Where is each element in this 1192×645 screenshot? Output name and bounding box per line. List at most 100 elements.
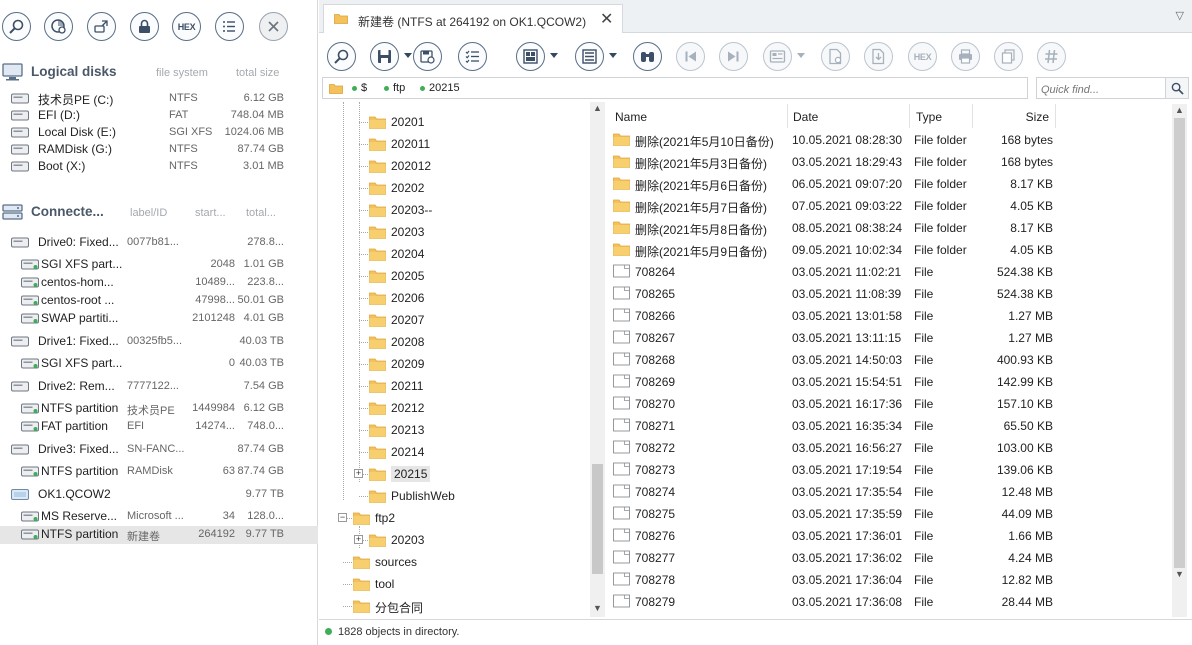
view-mode-button[interactable] xyxy=(516,42,545,71)
collapse-icon[interactable]: − xyxy=(338,513,347,522)
breadcrumb-item[interactable]: $ xyxy=(361,82,367,94)
partition-item[interactable]: centos-hom... 10489... 223.8... xyxy=(0,274,318,292)
col-label-id[interactable]: label/ID xyxy=(130,207,167,219)
drive-item[interactable]: OK1.QCOW2 9.77 TB xyxy=(0,486,318,504)
tree-node[interactable]: 20202 xyxy=(319,177,589,199)
partition-item[interactable]: FAT partition EFI 14274... 748.0... xyxy=(0,418,318,436)
col-total-size[interactable]: total size xyxy=(236,67,279,79)
tree-node[interactable]: sources xyxy=(319,551,589,573)
drive-item[interactable]: Drive1: Fixed... 00325fb5... 40.03 TB xyxy=(0,333,318,351)
partition-item[interactable]: centos-root ... 47998... 50.01 GB xyxy=(0,292,318,310)
list-check-button[interactable] xyxy=(458,42,487,71)
tab-volume[interactable]: 新建卷 (NTFS at 264192 on OK1.QCOW2) ✕ xyxy=(323,4,623,33)
expand-icon[interactable]: + xyxy=(354,469,363,478)
table-row[interactable]: 删除(2021年5月3日备份) 03.05.2021 18:29:43 File f… xyxy=(609,150,1176,172)
save-button[interactable] xyxy=(370,42,399,71)
tree-node[interactable]: 20209 xyxy=(319,353,589,375)
table-row[interactable]: 708267 03.05.2021 13:11:15 File 1.27 MB xyxy=(609,326,1176,348)
quick-find-input[interactable] xyxy=(1036,77,1166,99)
table-row[interactable]: 708271 03.05.2021 16:35:34 File 65.50 KB xyxy=(609,414,1176,436)
connect-button[interactable] xyxy=(87,12,116,41)
col-file-system[interactable]: file system xyxy=(156,67,208,79)
tree-node[interactable]: 分包合同 xyxy=(319,595,589,617)
search-button[interactable] xyxy=(2,12,31,41)
table-row[interactable]: 删除(2021年5月10日备份) 10.05.2021 08:28:30 File … xyxy=(609,128,1176,150)
logical-disk-item[interactable]: 技术员PE (C:) NTFS 6.12 GB xyxy=(0,90,318,107)
lock-button[interactable] xyxy=(130,12,159,41)
save-files-button[interactable] xyxy=(413,42,442,71)
expand-icon[interactable]: + xyxy=(354,535,363,544)
binoculars-button[interactable] xyxy=(633,42,662,71)
table-row[interactable]: 708273 03.05.2021 17:19:54 File 139.06 KB xyxy=(609,458,1176,480)
close-button[interactable] xyxy=(259,12,288,41)
scroll-down-icon[interactable]: ▼ xyxy=(593,603,602,613)
list-scrollbar[interactable]: ▲ ▼ xyxy=(1172,104,1187,617)
table-row[interactable]: 删除(2021年5月7日备份) 07.05.2021 09:03:22 File f… xyxy=(609,194,1176,216)
print-button[interactable] xyxy=(951,42,980,71)
tree-node[interactable]: +20215 xyxy=(319,463,589,485)
scroll-up-icon[interactable]: ▲ xyxy=(1175,105,1184,115)
list-button[interactable] xyxy=(215,12,244,41)
logical-disk-item[interactable]: Local Disk (E:) SGI XFS 1024.06 MB xyxy=(0,124,318,141)
table-row[interactable]: 708279 03.05.2021 17:36:08 File 28.44 MB xyxy=(609,590,1176,612)
tree-node[interactable]: 20203 xyxy=(319,221,589,243)
tree-node[interactable]: 20201 xyxy=(319,111,589,133)
partition-item[interactable]: NTFS partition 技术员PE 1449984 6.12 GB xyxy=(0,400,318,418)
tab-close-icon[interactable]: ✕ xyxy=(600,9,613,29)
drive-item[interactable]: Drive2: Rem... 7777122... 7.54 GB xyxy=(0,378,318,396)
dropdown-arrow-icon[interactable] xyxy=(550,53,558,58)
logical-disk-item[interactable]: EFI (D:) FAT 748.04 MB xyxy=(0,107,318,124)
details-button[interactable] xyxy=(575,42,604,71)
header-size[interactable]: Size xyxy=(973,104,1056,128)
tree-node[interactable]: 202012 xyxy=(319,155,589,177)
tree-node[interactable]: 20213 xyxy=(319,419,589,441)
dropdown-arrow-icon[interactable] xyxy=(797,53,805,58)
drive-item[interactable]: Drive0: Fixed... 0077b81... 278.8... xyxy=(0,234,318,252)
tree-node[interactable]: +20203 xyxy=(319,529,589,551)
breadcrumb-item[interactable]: ftp xyxy=(393,82,405,94)
logical-disk-item[interactable]: Boot (X:) NTFS 3.01 MB xyxy=(0,158,318,175)
table-row[interactable]: 708269 03.05.2021 15:54:51 File 142.99 KB xyxy=(609,370,1176,392)
dropdown-arrow-icon[interactable] xyxy=(609,53,617,58)
table-row[interactable]: 708275 03.05.2021 17:35:59 File 44.09 MB xyxy=(609,502,1176,524)
table-row[interactable]: 删除(2021年5月6日备份) 06.05.2021 09:07:20 File f… xyxy=(609,172,1176,194)
preview-button[interactable] xyxy=(763,42,792,71)
partition-item[interactable]: NTFS partition 新建卷 264192 9.77 TB xyxy=(0,526,318,544)
hex-button[interactable]: HEX xyxy=(172,12,201,41)
table-row[interactable]: 708274 03.05.2021 17:35:54 File 12.48 MB xyxy=(609,480,1176,502)
table-row[interactable]: 708272 03.05.2021 16:56:27 File 103.00 KB xyxy=(609,436,1176,458)
breadcrumb-item[interactable]: 20215 xyxy=(429,82,460,94)
dropdown-arrow-icon[interactable] xyxy=(404,53,412,58)
file-export-button[interactable] xyxy=(864,42,893,71)
tree-node[interactable]: 20211 xyxy=(319,375,589,397)
table-row[interactable]: 删除(2021年5月8日备份) 08.05.2021 08:38:24 File f… xyxy=(609,216,1176,238)
table-row[interactable]: 708278 03.05.2021 17:36:04 File 12.82 MB xyxy=(609,568,1176,590)
disk-scan-button[interactable] xyxy=(44,12,73,41)
table-row[interactable]: 708276 03.05.2021 17:36:01 File 1.66 MB xyxy=(609,524,1176,546)
next-button[interactable] xyxy=(719,42,748,71)
tree-node[interactable]: − ftp2 xyxy=(319,507,589,529)
table-row[interactable]: 708264 03.05.2021 11:02:21 File 524.38 KB xyxy=(609,260,1176,282)
table-row[interactable]: 708266 03.05.2021 13:01:58 File 1.27 MB xyxy=(609,304,1176,326)
header-date[interactable]: Date xyxy=(788,104,910,128)
col-total[interactable]: total... xyxy=(246,207,276,219)
search-button[interactable] xyxy=(327,42,356,71)
partition-item[interactable]: SGI XFS part... 2048 1.01 GB xyxy=(0,256,318,274)
previous-button[interactable] xyxy=(676,42,705,71)
logical-disk-item[interactable]: RAMDisk (G:) NTFS 87.74 GB xyxy=(0,141,318,158)
tree-node[interactable]: 20205 xyxy=(319,265,589,287)
partition-item[interactable]: SGI XFS part... 0 40.03 TB xyxy=(0,355,318,373)
file-scan-button[interactable] xyxy=(821,42,850,71)
scroll-down-icon[interactable]: ▼ xyxy=(1175,569,1184,579)
partition-item[interactable]: NTFS partition RAMDisk 63 87.74 GB xyxy=(0,463,318,481)
tab-menu-icon[interactable]: ▽ xyxy=(1176,9,1184,22)
tree-node[interactable]: 20212 xyxy=(319,397,589,419)
tree-node[interactable]: 20214 xyxy=(319,441,589,463)
tree-node[interactable]: tool xyxy=(319,573,589,595)
table-row[interactable]: 708268 03.05.2021 14:50:03 File 400.93 KB xyxy=(609,348,1176,370)
table-row[interactable]: 708277 03.05.2021 17:36:02 File 4.24 MB xyxy=(609,546,1176,568)
drive-item[interactable]: Drive3: Fixed... SN-FANC... 87.74 GB xyxy=(0,441,318,459)
col-start[interactable]: start... xyxy=(195,207,226,219)
tree-scrollbar[interactable]: ▲ ▼ xyxy=(590,102,605,617)
partition-item[interactable]: SWAP partiti... 2101248 4.01 GB xyxy=(0,310,318,328)
